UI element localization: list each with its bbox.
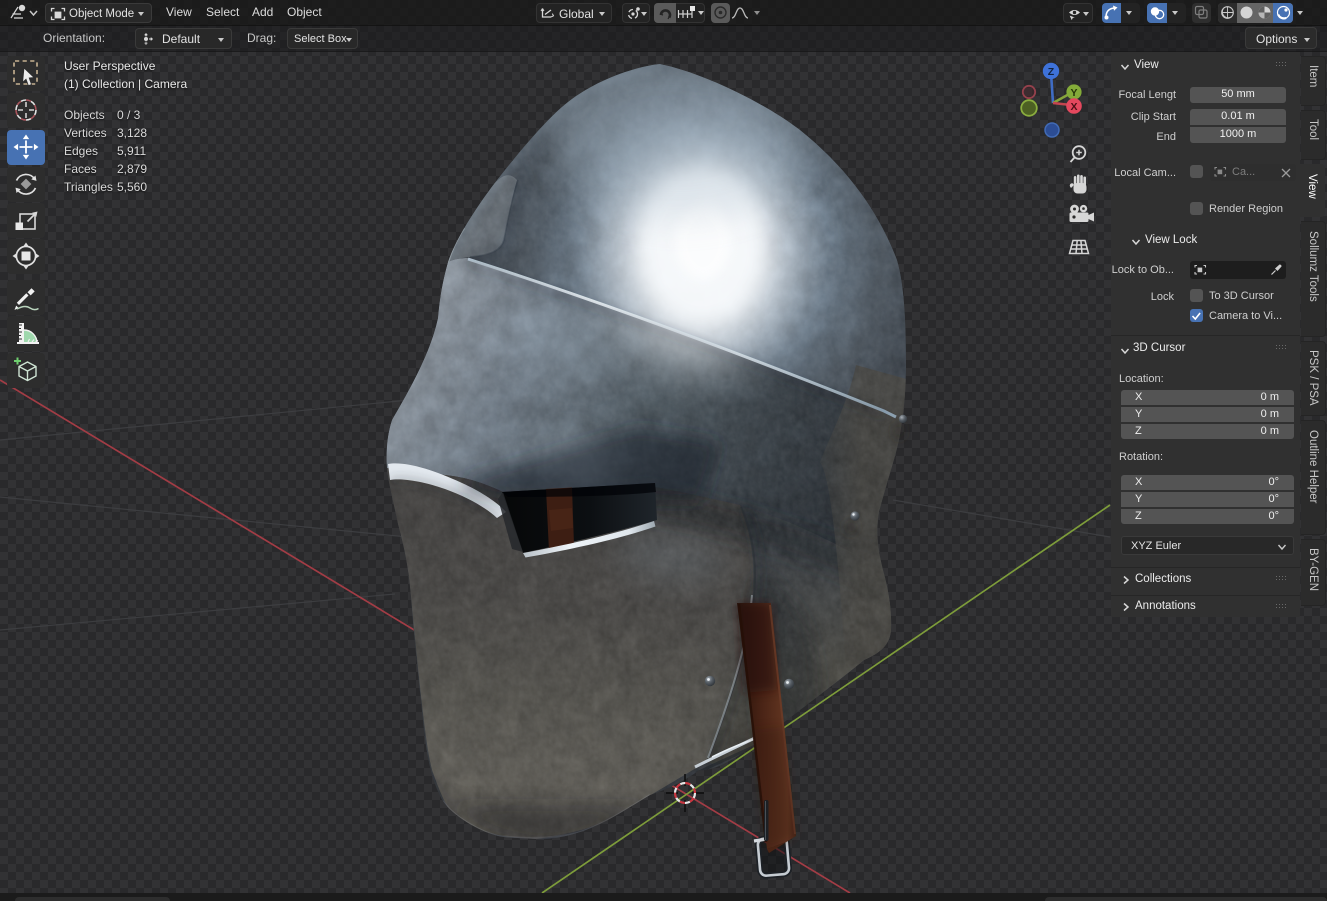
svg-text:Y: Y [1070,87,1077,99]
svg-text:X: X [1070,101,1077,113]
svg-text:Z: Z [1048,66,1055,78]
